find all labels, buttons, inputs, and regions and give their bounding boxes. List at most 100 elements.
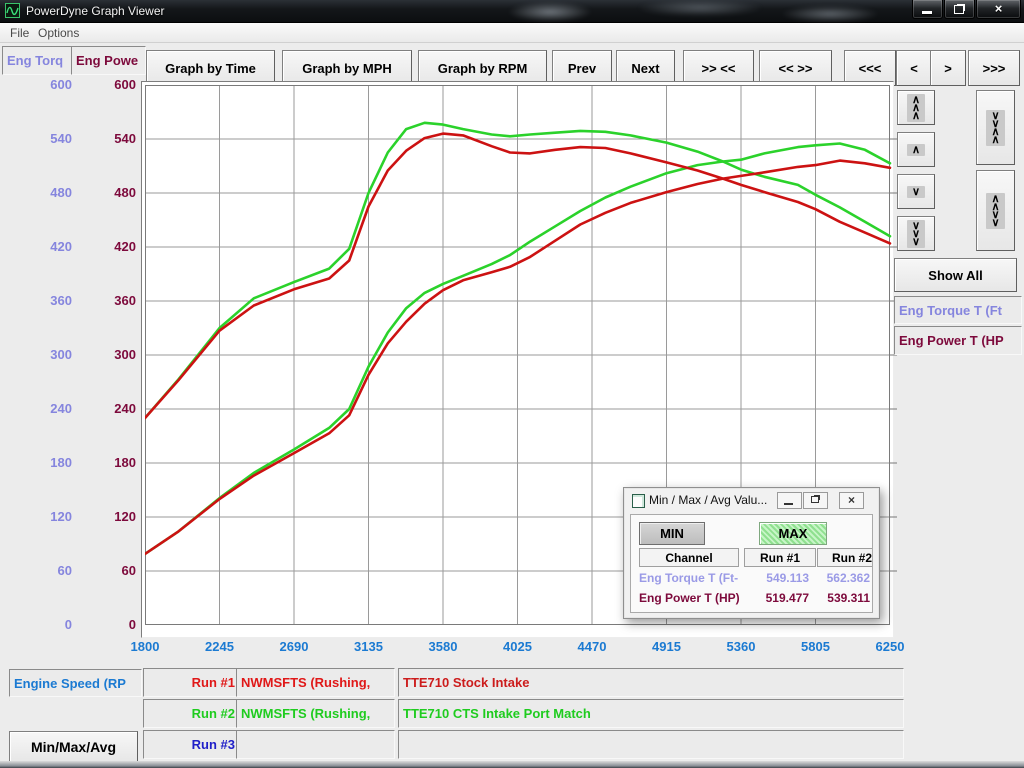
minmax-restore-button[interactable] [803,492,828,509]
torque-axis-tick: 480 [28,185,72,200]
run2-file-box[interactable]: NWMSFTS (Rushing, [236,699,395,728]
show-all-button[interactable]: Show All [894,258,1017,292]
power-row-channel: Eng Power T (HP) [639,591,740,606]
run3-label: Run #3 [143,730,242,759]
torque-row-run1-value: 549.113 [747,571,809,585]
rpm-axis-tick: 3135 [354,639,383,654]
torque-axis-tick: 300 [28,347,72,362]
scale-top-button[interactable]: ∧ ∧ ∧ [897,90,935,125]
power-axis-tick: 180 [92,455,136,470]
torque-row-run2-value: 562.362 [815,571,870,585]
menu-file[interactable]: File [6,25,33,41]
rpm-axis-tick: 6250 [876,639,905,654]
power-row-run1-value: 519.477 [747,591,809,605]
run2-desc-box[interactable]: TTE710 CTS Intake Port Match [398,699,904,728]
rpm-axis-tick: 3580 [429,639,458,654]
torque-axis-tick: 420 [28,239,72,254]
torque-axis-tick: 540 [28,131,72,146]
torque-axis-tick: 600 [28,77,72,92]
rpm-axis-tick: 2690 [280,639,309,654]
step-left-button[interactable]: < [896,50,932,86]
minmax-close-button[interactable]: × [839,492,864,509]
scroll-up-button[interactable]: ∧ [897,132,935,167]
run1-file-box[interactable]: NWMSFTS (Rushing, [236,668,395,697]
minmax-minimize-button[interactable] [777,492,802,509]
rpm-axis-tick: 4025 [503,639,532,654]
rpm-axis-tick: 2245 [205,639,234,654]
up-chevron-icon: ∧ [907,144,925,156]
rpm-axis-tick: 4470 [578,639,607,654]
rpm-axis-tick: 4915 [652,639,681,654]
max-toggle-button[interactable]: MAX [759,522,827,545]
title-bar[interactable]: PowerDyne Graph Viewer × [0,0,1024,23]
expand-chevrons-icon: ∧ ∧ ∨ ∨ [986,193,1004,229]
x-channel-box[interactable]: Engine Speed (RP [9,669,142,697]
run3-file-box[interactable] [236,730,395,759]
triple-up-chevron-icon: ∧ ∧ ∧ [907,94,925,122]
powerdyne-window: PowerDyne Graph Viewer × File Options En… [0,0,1024,768]
restore-button[interactable] [944,0,975,19]
power-axis-tick: 240 [92,401,136,416]
torque-axis-tick: 180 [28,455,72,470]
minimize-icon [784,503,793,505]
minimize-button[interactable] [912,0,943,19]
power-axis-tick: 300 [92,347,136,362]
triple-down-chevron-icon: ∨ ∨ ∨ [907,220,925,248]
torque-axis-tick: 120 [28,509,72,524]
minmaxavg-button[interactable]: Min/Max/Avg [9,731,138,762]
scroll-down-button[interactable]: ∨ [897,174,935,209]
down-chevron-icon: ∨ [907,186,925,198]
window-title: PowerDyne Graph Viewer [26,4,165,18]
run1-desc-box[interactable]: TTE710 Stock Intake [398,668,904,697]
compress-chevrons-icon: ∨ ∨ ∧ ∧ [986,110,1004,146]
run2-label: Run #2 [143,699,242,728]
power-axis-tick: 360 [92,293,136,308]
torque-channel-box[interactable]: Eng Torque T (Ft [894,296,1022,324]
window-bottom-edge [0,761,1024,768]
menu-bar: File Options [0,23,1024,43]
aero-glass-blur [470,0,900,22]
channel-column-header: Channel [639,548,739,567]
app-icon [5,3,20,18]
rpm-axis-tick: 5805 [801,639,830,654]
close-button[interactable]: × [976,0,1021,19]
minmax-window[interactable]: Min / Max / Avg Valu... × MIN MAX Channe… [623,487,880,619]
torque-axis-tick: 360 [28,293,72,308]
document-icon [632,494,645,508]
minimize-icon [922,11,932,14]
run2-column-header: Run #2 [817,548,873,567]
power-axis-tick: 0 [92,617,136,632]
scale-bottom-button[interactable]: ∨ ∨ ∨ [897,216,935,251]
minmax-title-bar[interactable]: Min / Max / Avg Valu... × [624,488,879,512]
power-axis-tick: 120 [92,509,136,524]
restore-icon [811,496,819,503]
power-axis-tick: 60 [92,563,136,578]
close-icon: × [840,493,863,507]
power-axis-tick: 540 [92,131,136,146]
power-axis-tick: 480 [92,185,136,200]
power-row-run2-value: 539.311 [815,591,870,605]
tab-eng-torque[interactable]: Eng Torq [2,46,74,75]
expand-vertical-button[interactable]: ∧ ∧ ∨ ∨ [976,170,1015,251]
torque-axis-tick: 0 [28,617,72,632]
torque-axis-tick: 240 [28,401,72,416]
step-right-button[interactable]: > [930,50,966,86]
power-channel-box[interactable]: Eng Power T (HP [894,326,1022,355]
power-axis-tick: 600 [92,77,136,92]
run3-desc-box[interactable] [398,730,904,759]
rpm-axis-tick: 1800 [131,639,160,654]
compress-vertical-button[interactable]: ∨ ∨ ∧ ∧ [976,90,1015,165]
run1-label: Run #1 [143,668,242,697]
minmax-window-title: Min / Max / Avg Valu... [649,493,767,507]
close-icon: × [977,1,1020,16]
min-toggle-button[interactable]: MIN [639,522,705,545]
run1-column-header: Run #1 [744,548,816,567]
minmax-body: MIN MAX Channel Run #1 Run #2 Eng Torque… [630,514,873,613]
scroll-last-button[interactable]: >>> [968,50,1020,86]
restore-icon [954,5,964,14]
torque-axis-tick: 60 [28,563,72,578]
tab-eng-power[interactable]: Eng Powe [71,46,146,75]
menu-options[interactable]: Options [34,25,83,41]
rpm-axis-tick: 5360 [727,639,756,654]
torque-row-channel: Eng Torque T (Ft- [639,571,738,586]
